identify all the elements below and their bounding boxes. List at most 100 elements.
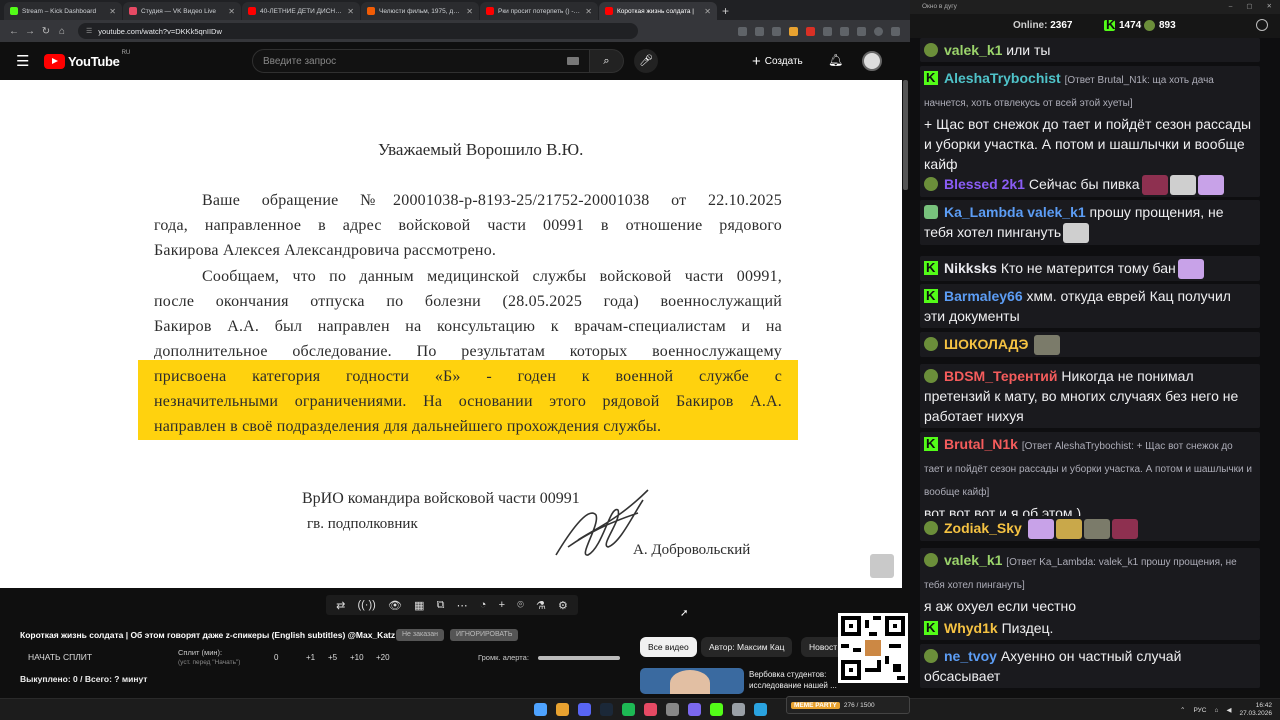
taskbar-app-icon[interactable] <box>578 703 591 716</box>
extension-icon[interactable] <box>823 26 832 36</box>
browser-tab[interactable]: Рки просит потерпеть () - YouT ✕ <box>480 2 598 20</box>
taskbar-app-icon[interactable] <box>622 703 635 716</box>
taskbar-app-icon[interactable] <box>666 703 679 716</box>
taskbar-app-icon[interactable] <box>688 703 701 716</box>
chat-username[interactable]: Blessed 2k1 <box>944 176 1025 192</box>
create-button[interactable]: + Создать <box>752 50 803 72</box>
split-add-20-button[interactable]: +20 <box>376 653 390 662</box>
broadcast-icon[interactable]: ((·)) <box>357 599 375 611</box>
clock[interactable]: 16:42 27.03.2026 <box>1239 702 1272 718</box>
language-indicator[interactable]: РУС <box>1193 707 1206 714</box>
extension-icon[interactable] <box>789 26 798 36</box>
tab-close-icon[interactable]: ✕ <box>466 7 473 16</box>
browser-tab[interactable]: Челюсти фильм, 1975, дата вы✕ <box>361 2 479 20</box>
chat-username[interactable]: Brutal_N1k <box>944 436 1018 452</box>
split-add-5-button[interactable]: +5 <box>328 653 337 662</box>
chat-username[interactable]: Zodiak_Sky <box>944 520 1022 536</box>
extension-icon[interactable] <box>806 26 815 36</box>
keyboard-icon[interactable] <box>567 57 579 65</box>
forward-icon[interactable]: → <box>22 26 38 37</box>
browser-tab[interactable]: 40-ЛЕТНИЕ ДЕТИ ДИСНЕЯ - Yo✕ <box>242 2 360 20</box>
extension-icon[interactable] <box>840 26 849 36</box>
browser-tab[interactable]: Stream – Kick Dashboard ✕ <box>4 2 122 20</box>
tab-close-icon[interactable]: ✕ <box>347 7 354 16</box>
status-pill[interactable]: Не заказан <box>396 629 444 641</box>
speed-icon[interactable]: ◔ <box>480 599 487 611</box>
screenshot-icon[interactable]: ⌾ <box>517 599 524 612</box>
menu-icon[interactable]: ☰ <box>16 52 30 70</box>
ignore-button[interactable]: ИГНОРИРОВАТЬ <box>450 629 519 641</box>
search-button[interactable]: ⌕ <box>590 49 624 73</box>
subtitles-icon[interactable]: ⋯ <box>457 599 468 612</box>
tray-chevron-icon[interactable]: ⌃ <box>1180 706 1185 714</box>
recommended-title[interactable]: Вербовка студентов: исследование нашей .… <box>749 669 837 691</box>
home-icon[interactable]: ⌂ <box>54 26 70 37</box>
pip-icon[interactable]: ⧉ <box>437 599 445 612</box>
chat-username[interactable]: valek_k1 <box>944 42 1002 58</box>
taskbar-app-icon[interactable] <box>644 703 657 716</box>
split-add-10-button[interactable]: +10 <box>350 653 364 662</box>
chat-feed[interactable]: valek_k1 или ты AleshaTrybochist [Ответ B… <box>910 38 1280 690</box>
reload-icon[interactable]: ↻ <box>38 26 54 37</box>
taskbar-app-icon[interactable] <box>710 703 723 716</box>
minimize-icon[interactable]: – <box>1229 0 1233 14</box>
menu-icon[interactable] <box>891 26 900 36</box>
youtube-logo[interactable]: YouTube RU <box>44 50 130 69</box>
maximize-icon[interactable]: ▢ <box>1246 0 1252 14</box>
back-icon[interactable]: ← <box>6 26 22 37</box>
extension-icon[interactable] <box>755 26 764 36</box>
chat-username[interactable]: Whyd1k <box>944 620 998 636</box>
tab-close-icon[interactable]: ✕ <box>585 7 592 16</box>
chat-mention[interactable]: valek_k1 <box>1027 204 1085 220</box>
chat-username[interactable]: Nikksks <box>944 260 997 276</box>
chat-username[interactable]: Barmaley66 <box>944 288 1023 304</box>
add-icon[interactable]: + <box>499 599 505 611</box>
new-tab-icon[interactable]: + <box>722 2 729 20</box>
filter-icon[interactable]: ⚗ <box>536 599 546 612</box>
chat-username[interactable]: valek_k1 <box>944 552 1002 568</box>
site-info-icon[interactable]: ☰ <box>86 27 92 35</box>
eye-icon[interactable]: 👁 <box>388 599 402 612</box>
profile-icon[interactable] <box>874 26 883 36</box>
taskbar-app-icon[interactable] <box>600 703 613 716</box>
tab-close-icon[interactable]: ✕ <box>704 7 711 16</box>
taskbar-app-icon[interactable] <box>732 703 745 716</box>
start-split-button[interactable]: НАЧАТЬ СПЛИТ <box>28 652 92 662</box>
extension-icon[interactable] <box>738 26 747 36</box>
chat-username[interactable]: BDSM_Терентий <box>944 368 1058 384</box>
settings-gear-icon[interactable]: ⚙ <box>558 599 568 612</box>
chat-username[interactable]: Ka_Lambda <box>944 204 1023 220</box>
avatar[interactable] <box>862 51 882 71</box>
volume-icon[interactable]: ◀︎ <box>1226 706 1231 714</box>
chip-author[interactable]: Автор: Максим Кац <box>701 637 793 657</box>
alert-volume-slider[interactable] <box>538 656 620 660</box>
split-add-1-button[interactable]: +1 <box>306 653 315 662</box>
power-icon[interactable] <box>1256 19 1268 31</box>
tab-close-icon[interactable]: ✕ <box>109 7 116 16</box>
chat-username[interactable]: ШОКОЛАДЭ <box>944 336 1028 352</box>
stream-widget[interactable]: MEME PARTY 276 / 1500 <box>786 696 910 714</box>
browser-tab[interactable]: Студия — VK Видео Live ✕ <box>123 2 241 20</box>
chip-all-videos[interactable]: Все видео <box>640 637 697 657</box>
loop-icon[interactable]: ⇄ <box>336 599 345 612</box>
close-icon[interactable]: ✕ <box>1267 0 1272 14</box>
page-scrollbar[interactable] <box>903 80 908 190</box>
chat-username[interactable]: AleshaTrybochist <box>944 70 1061 86</box>
browser-tab[interactable]: Короткая жизнь солдата | ✕ <box>599 2 717 20</box>
chat-username[interactable]: ne_tvoy <box>944 648 997 664</box>
notifications-bell-icon[interactable]: 🔔︎ <box>828 53 843 67</box>
extension-icon[interactable] <box>772 26 781 36</box>
start-menu-icon[interactable] <box>534 703 547 716</box>
recommended-thumbnail[interactable] <box>640 668 744 694</box>
tab-close-icon[interactable]: ✕ <box>228 7 235 16</box>
search-input[interactable]: Введите запрос <box>252 49 590 73</box>
film-icon[interactable]: ▦ <box>414 599 424 612</box>
network-icon[interactable]: ⌂ <box>1215 707 1219 714</box>
url-field[interactable]: ☰ youtube.com/watch?v=DKKk5qnIIDw <box>78 23 638 39</box>
taskbar-app-icon[interactable] <box>754 703 767 716</box>
voice-search-button[interactable]: 🎤︎ <box>634 49 658 73</box>
download-icon[interactable] <box>857 26 866 36</box>
split-value[interactable]: 0 <box>274 653 278 662</box>
taskbar-app-icon[interactable] <box>556 703 569 716</box>
video-player[interactable]: Уважаемый Ворошило В.Ю. Ваше обращение №… <box>0 80 902 588</box>
